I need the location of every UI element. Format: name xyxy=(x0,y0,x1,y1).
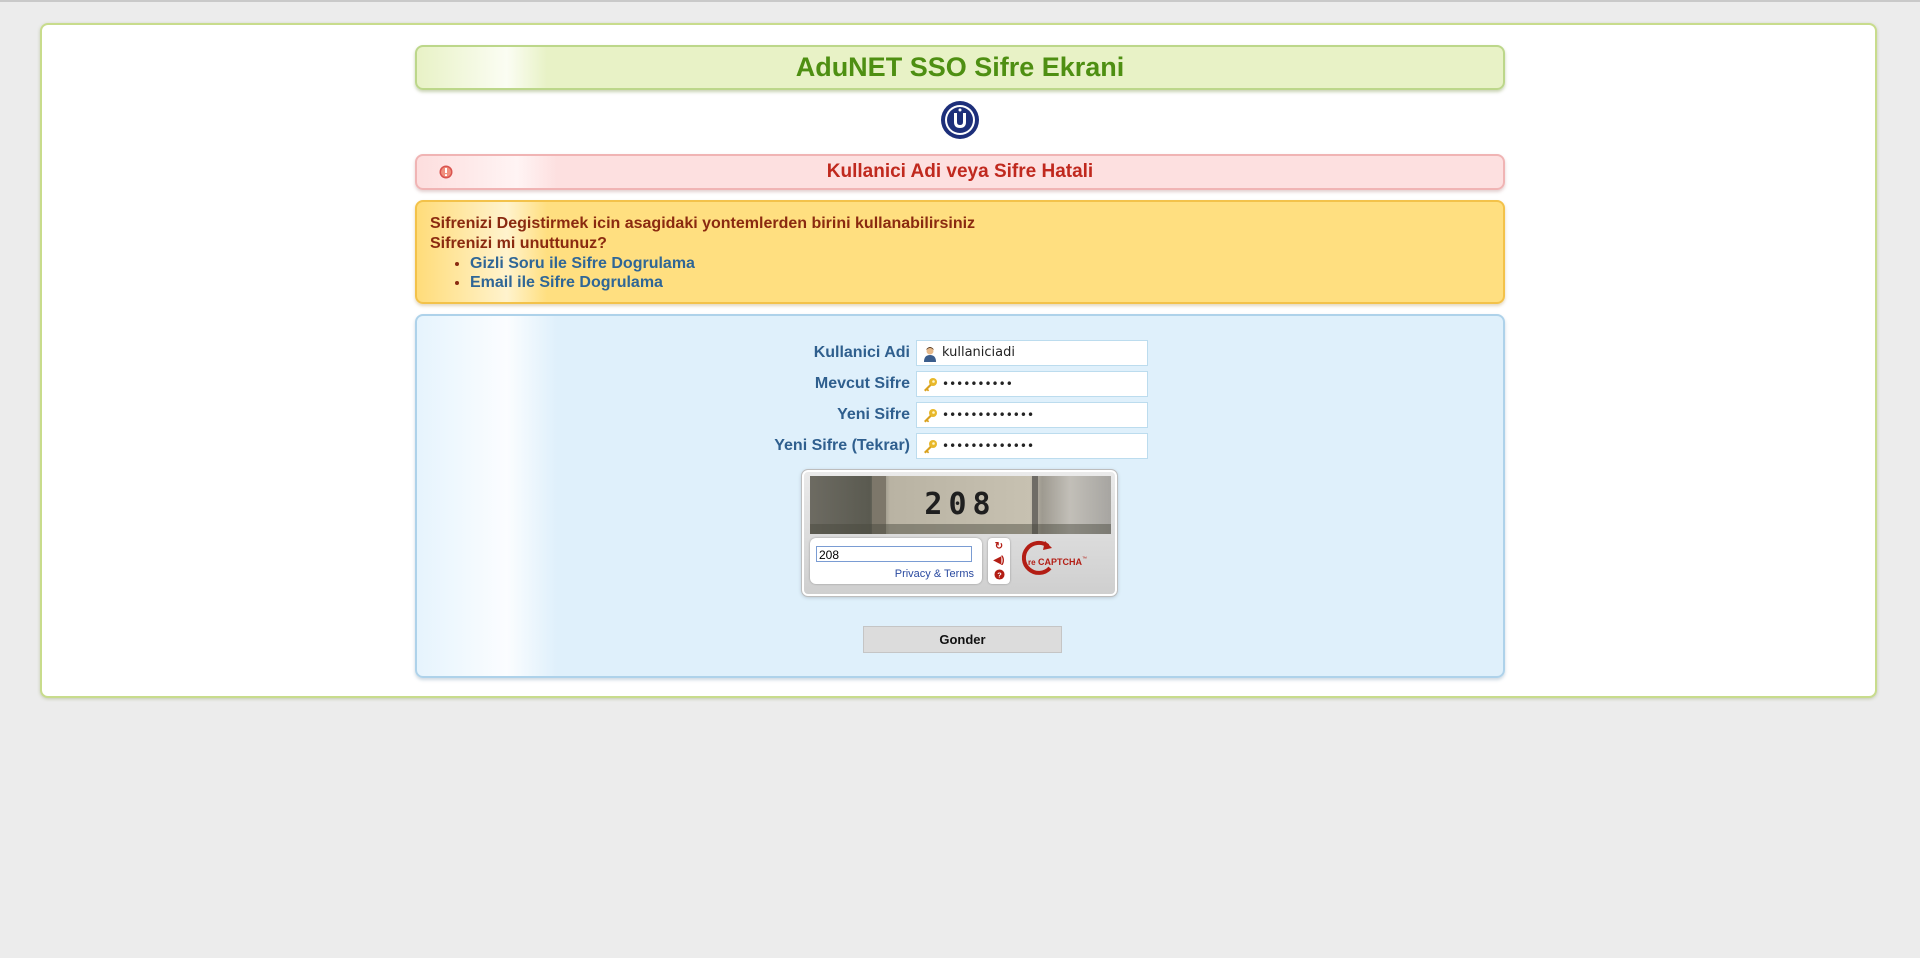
key-icon xyxy=(924,440,937,454)
password-form: Kullanici Adi kullaniciadi Mevcut Sifre … xyxy=(415,314,1505,678)
new-password-repeat-value: ••••••••••••• xyxy=(942,439,1035,453)
university-seal-icon xyxy=(941,101,979,139)
privacy-terms-link[interactable]: Privacy & Terms xyxy=(895,568,974,580)
list-item: Gizli Soru ile Sifre Dogrulama xyxy=(470,254,1503,273)
captcha-controls: ↻ ◀) ? xyxy=(988,538,1010,584)
svg-text:?: ? xyxy=(997,570,1002,579)
captcha-image: 208 xyxy=(810,476,1111,534)
new-password-row: Yeni Sifre ••••••••••••• xyxy=(417,402,1503,428)
captcha-input[interactable]: 208 xyxy=(816,546,972,562)
help-icon[interactable]: ? xyxy=(991,568,1007,581)
list-item: Email ile Sifre Dogrulama xyxy=(470,273,1503,292)
recovery-options-list: Gizli Soru ile Sifre Dogrulama Email ile… xyxy=(430,254,1503,292)
username-value: kullaniciadi xyxy=(942,345,1015,360)
username-row: Kullanici Adi kullaniciadi xyxy=(417,340,1503,366)
current-password-value: •••••••••• xyxy=(942,377,1013,391)
new-password-repeat-row: Yeni Sifre (Tekrar) ••••••••••••• xyxy=(417,433,1503,459)
current-password-row: Mevcut Sifre •••••••••• xyxy=(417,371,1503,397)
username-field[interactable]: kullaniciadi xyxy=(916,340,1148,366)
warning-icon xyxy=(439,165,453,179)
captcha-challenge-text: 208 xyxy=(924,487,997,522)
svg-text:CAPTCHA: CAPTCHA xyxy=(1038,557,1082,567)
new-password-field[interactable]: ••••••••••••• xyxy=(916,402,1148,428)
key-icon xyxy=(924,378,937,392)
username-label: Kullanici Adi xyxy=(813,344,910,361)
recaptcha-widget: 208 208 Privacy & Terms ↻ ◀) ? re CAPTCH… xyxy=(801,469,1118,597)
error-message: Kullanici Adi veya Sifre Hatali xyxy=(826,161,1094,182)
current-password-label: Mevcut Sifre xyxy=(814,375,910,392)
recaptcha-logo-icon: re CAPTCHA ™ xyxy=(1021,540,1087,575)
refresh-icon[interactable]: ↻ xyxy=(991,540,1007,553)
audio-icon[interactable]: ◀) xyxy=(991,554,1007,567)
submit-button[interactable]: Gonder xyxy=(863,626,1062,653)
secret-question-link[interactable]: Gizli Soru ile Sifre Dogrulama xyxy=(470,255,695,272)
error-banner: Kullanici Adi veya Sifre Hatali xyxy=(415,154,1505,190)
current-password-field[interactable]: •••••••••• xyxy=(916,371,1148,397)
user-icon xyxy=(924,347,936,362)
info-line-change: Sifrenizi Degistirmek icin asagidaki yon… xyxy=(430,215,976,232)
svg-text:re: re xyxy=(1028,558,1036,567)
header-panel: AduNET SSO Sifre Ekrani xyxy=(415,45,1505,90)
captcha-input-area: 208 Privacy & Terms xyxy=(810,538,982,584)
svg-text:™: ™ xyxy=(1082,556,1087,562)
new-password-label: Yeni Sifre xyxy=(837,406,910,423)
top-border xyxy=(0,0,1920,2)
info-panel: Sifrenizi Degistirmek icin asagidaki yon… xyxy=(415,200,1505,304)
new-password-repeat-label: Yeni Sifre (Tekrar) xyxy=(774,437,910,454)
info-line-forgot: Sifrenizi mi unuttunuz? xyxy=(430,235,607,252)
new-password-repeat-field[interactable]: ••••••••••••• xyxy=(916,433,1148,459)
email-verification-link[interactable]: Email ile Sifre Dogrulama xyxy=(470,274,663,291)
key-icon xyxy=(924,409,937,423)
new-password-value: ••••••••••••• xyxy=(942,408,1035,422)
page-title: AduNET SSO Sifre Ekrani xyxy=(795,52,1125,82)
